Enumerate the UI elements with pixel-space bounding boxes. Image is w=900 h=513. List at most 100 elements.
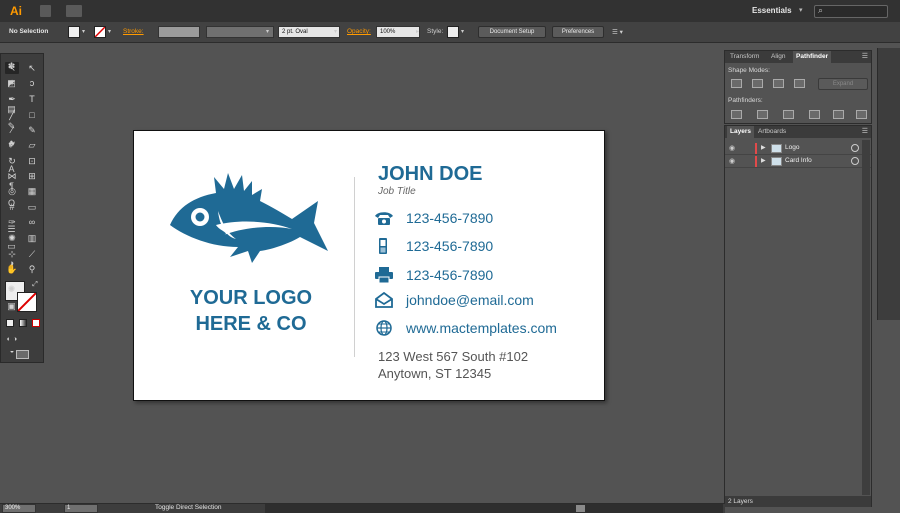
color-panel-icon[interactable]: ✽ [5, 60, 18, 72]
horizontal-scrollbar[interactable] [265, 504, 723, 513]
slice-tool-icon[interactable]: ⟋ [25, 248, 39, 260]
type-tool-icon[interactable]: T [25, 93, 39, 105]
scrollbar-thumb[interactable] [576, 505, 585, 512]
direct-selection-tool-icon[interactable]: ↖ [25, 62, 39, 74]
fill-swatch[interactable] [68, 26, 80, 38]
chevron-right-icon[interactable]: ▸ [416, 28, 419, 35]
graphic-styles-icon[interactable]: ▣ [5, 300, 18, 312]
minus-back-icon[interactable] [856, 110, 867, 119]
screen-mode-button[interactable] [16, 350, 29, 359]
eye-icon[interactable]: ◉ [729, 157, 735, 165]
stroke-panel-icon[interactable]: ☰ [5, 223, 18, 235]
stroke-dropdown-icon[interactable]: ▾ [108, 28, 111, 35]
draw-mode-icon[interactable]: ◐ ◑ ◒ [5, 334, 19, 355]
mobile-number: 123-456-7890 [406, 238, 494, 254]
outline-icon[interactable] [833, 110, 844, 119]
rectangle-tool-icon[interactable]: □ [25, 109, 39, 121]
workspace-switcher[interactable]: Essentials [752, 6, 792, 15]
graphic-style-swatch[interactable] [447, 26, 459, 38]
zoom-field[interactable]: 300% [2, 504, 36, 513]
swap-colors-icon[interactable]: ⤢ [28, 279, 42, 291]
divide-icon[interactable] [731, 110, 742, 119]
crop-icon[interactable] [809, 110, 820, 119]
expand-triangle-icon[interactable]: ▶ [761, 157, 766, 164]
none-mode-button[interactable] [32, 319, 40, 327]
tab-align[interactable]: Align [768, 51, 788, 63]
none-stroke-icon [17, 292, 37, 312]
color-guide-icon[interactable]: ◩ [5, 77, 18, 89]
zoom-tool-icon[interactable]: ⚲ [25, 263, 39, 275]
layers-scrollbar[interactable] [862, 140, 870, 495]
minus-front-icon[interactable] [752, 79, 763, 88]
tab-transform[interactable]: Transform [727, 51, 762, 63]
intersect-icon[interactable] [773, 79, 784, 88]
layer-row[interactable]: ◉ ▶ Logo [725, 142, 871, 155]
transparency-icon[interactable]: ◑ [5, 257, 18, 269]
bridge-icon[interactable] [40, 5, 51, 17]
column-graph-tool-icon[interactable]: ▥ [25, 232, 39, 244]
target-icon[interactable] [851, 157, 859, 165]
target-icon[interactable] [851, 144, 859, 152]
opentype-icon[interactable]: O [5, 197, 18, 209]
chevron-down-icon[interactable]: ▾ [334, 28, 337, 35]
document-setup-button[interactable]: Document Setup [478, 26, 546, 38]
opacity-field[interactable]: 100% [376, 26, 420, 38]
color-mode-button[interactable] [6, 319, 14, 327]
stroke-weight-field[interactable] [158, 26, 200, 38]
lasso-tool-icon[interactable]: ↄ [25, 77, 39, 89]
layers-panel: Layers Artboards ☰ [724, 125, 872, 507]
logo-text: YOUR LOGO HERE & CO [176, 285, 326, 337]
symbols-icon[interactable]: ♣ [5, 137, 18, 149]
fill-dropdown-icon[interactable]: ▾ [82, 28, 85, 35]
pencil-tool-icon[interactable]: ✎ [25, 124, 39, 136]
layer-name[interactable]: Logo [785, 144, 799, 151]
character-icon[interactable]: A [5, 163, 18, 175]
chevron-down-icon[interactable]: ▾ [461, 28, 464, 35]
layer-name[interactable]: Card Info [785, 157, 812, 164]
merge-icon[interactable] [783, 110, 794, 119]
gradient-mode-button[interactable] [19, 319, 27, 327]
brushes-icon[interactable]: ✎ [5, 120, 18, 132]
gradient-tool-icon[interactable]: ▭ [25, 201, 39, 213]
eye-icon[interactable]: ◉ [729, 144, 735, 152]
layer-color-bar [755, 156, 757, 167]
opacity-label[interactable]: Opacity: [347, 28, 371, 35]
exclude-icon[interactable] [794, 79, 805, 88]
appearance-icon[interactable]: ✺ [5, 283, 18, 295]
gradient-panel-icon[interactable]: ▭ [5, 240, 18, 252]
control-menu-icon[interactable]: ☰ ▾ [612, 28, 623, 36]
swatches-icon[interactable]: ▤ [5, 103, 18, 115]
chevron-down-icon[interactable]: ▾ [799, 6, 803, 14]
expand-triangle-icon[interactable]: ▶ [761, 144, 766, 151]
fish-logo-icon [170, 173, 328, 263]
stroke-label[interactable]: Stroke: [123, 28, 144, 35]
brush-definition-field[interactable]: 2 pt. Oval [278, 26, 340, 38]
unite-icon[interactable] [731, 79, 742, 88]
chevron-down-icon[interactable]: ▾ [266, 28, 269, 35]
tab-pathfinder[interactable]: Pathfinder [793, 51, 832, 63]
stroke-color-box[interactable] [17, 292, 37, 312]
blend-tool-icon[interactable]: ∞ [25, 216, 39, 228]
expand-button[interactable]: Expand [818, 78, 868, 90]
artboard[interactable]: YOUR LOGO HERE & CO JOHN DOE Job Title 1… [133, 130, 605, 401]
perspective-grid-tool-icon[interactable]: ▦ [25, 185, 39, 197]
tab-artboards[interactable]: Artboards [755, 126, 789, 138]
globe-icon [376, 320, 392, 336]
stroke-swatch[interactable] [94, 26, 106, 38]
tab-layers[interactable]: Layers [727, 126, 754, 138]
panel-menu-icon[interactable]: ☰ [862, 52, 868, 60]
contact-row-fax: 123-456-7890 [374, 266, 594, 284]
artboard-number-field[interactable]: 1 [64, 504, 98, 513]
arrange-documents-icon[interactable] [66, 5, 82, 17]
panel-menu-icon[interactable]: ☰ [862, 127, 868, 135]
eraser-tool-icon[interactable]: ▱ [25, 139, 39, 151]
free-transform-tool-icon[interactable]: ⊞ [25, 170, 39, 182]
scale-tool-icon[interactable]: ⊡ [25, 155, 39, 167]
variable-width-field[interactable] [206, 26, 274, 38]
preferences-button[interactable]: Preferences [552, 26, 604, 38]
status-text[interactable]: Toggle Direct Selection [155, 504, 221, 511]
search-input[interactable] [814, 5, 888, 18]
paragraph-icon[interactable]: ¶ [5, 180, 18, 192]
trim-icon[interactable] [757, 110, 768, 119]
layer-row[interactable]: ◉ ▶ Card Info [725, 155, 871, 168]
